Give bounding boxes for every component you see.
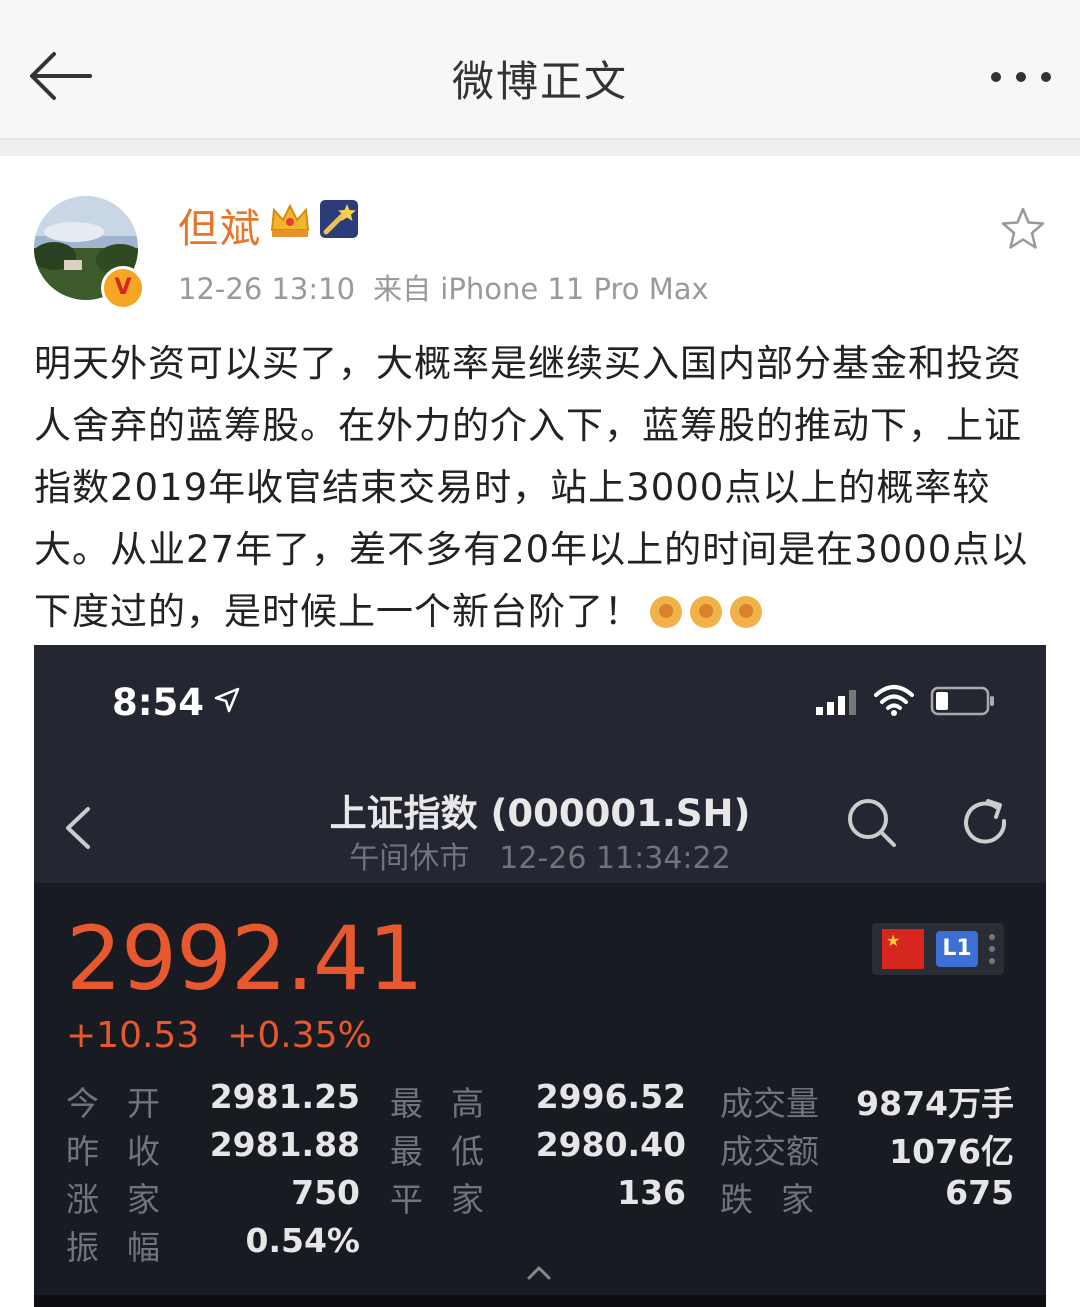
post-source: 来自 iPhone 11 Pro Max	[373, 272, 709, 306]
change-percent: +0.35%	[227, 1015, 372, 1056]
china-flag-icon: ★	[882, 929, 924, 969]
author-name[interactable]: 但斌	[178, 196, 262, 254]
stat-row: 今开 2981.25 最高 2996.52 成交量 9874万手	[34, 1077, 1046, 1123]
stat-value: 2981.88	[209, 1125, 360, 1164]
market-state: 午间休市	[349, 841, 470, 876]
post-body: 明天外资可以买了，大概率是继续买入国内部分基金和投资人舍弃的蓝筹股。在外力的介入…	[34, 342, 1029, 633]
post-meta: 12-26 13:10 来自 iPhone 11 Pro Max	[178, 266, 709, 308]
quote-time: 12-26 11:34:22	[499, 841, 731, 876]
battery-icon	[930, 685, 996, 717]
cellular-signal-icon	[814, 687, 860, 717]
stat-label: 昨收	[66, 1132, 188, 1171]
stat-value: 750	[291, 1173, 360, 1212]
kebab-menu-icon[interactable]	[988, 931, 996, 967]
location-arrow-icon	[212, 685, 242, 715]
stat-label: 平家	[390, 1180, 512, 1219]
stat-value: 675	[945, 1173, 1014, 1212]
refresh-icon[interactable]	[958, 795, 1014, 851]
fist-emoji-icon	[690, 596, 722, 628]
stat-label: 最高	[390, 1084, 512, 1123]
page-title: 微博正文	[451, 57, 628, 106]
post-text: 明天外资可以买了，大概率是继续买入国内部分基金和投资人舍弃的蓝筹股。在外力的介入…	[34, 333, 1044, 643]
stat-value: 2980.40	[535, 1125, 686, 1164]
stat-label: 最低	[390, 1132, 512, 1171]
stat-label: 今开	[66, 1084, 188, 1123]
verified-badge: V	[101, 266, 145, 310]
stat-value: 0.54%	[245, 1221, 361, 1260]
level-tag: L1	[936, 931, 978, 967]
star-outline-icon[interactable]	[1000, 206, 1046, 252]
price-change: +10.53 +0.35%	[66, 1015, 372, 1056]
shooting-star-badge-icon[interactable]	[320, 200, 358, 238]
wifi-icon	[872, 683, 916, 717]
market-selector[interactable]: ★ L1	[872, 923, 1004, 975]
index-price: 2992.41	[66, 907, 424, 1010]
stat-row: 涨家 750 平家 136 跌家 675	[34, 1173, 1046, 1219]
nav-bar: 微博正文	[0, 0, 1080, 140]
caret-up-icon[interactable]	[526, 1263, 552, 1281]
stat-row: 昨收 2981.88 最低 2980.40 成交额 1076亿	[34, 1125, 1046, 1171]
stat-label: 成交量	[720, 1084, 819, 1123]
stat-value: 9874万手	[856, 1084, 1014, 1123]
stat-value: 136	[617, 1173, 686, 1212]
crown-icon[interactable]	[268, 200, 312, 240]
stat-row: 振幅 0.54%	[34, 1221, 1046, 1267]
fist-emoji-icon	[650, 596, 682, 628]
stat-label: 涨家	[66, 1180, 188, 1219]
status-bar-time: 8:54	[112, 681, 205, 724]
more-icon[interactable]	[988, 62, 1054, 92]
section-divider	[0, 140, 1080, 156]
stat-label: 振幅	[66, 1228, 188, 1267]
stat-value: 2996.52	[535, 1077, 686, 1116]
fist-emoji-icon	[730, 596, 762, 628]
stat-label: 跌家	[720, 1180, 842, 1219]
post-time: 12-26 13:10	[178, 272, 356, 306]
stat-label: 成交额	[720, 1132, 819, 1171]
screenshot-bottom-bar	[34, 1295, 1046, 1307]
stat-value: 2981.25	[209, 1077, 360, 1116]
stat-value: 1076亿	[889, 1132, 1014, 1171]
search-icon[interactable]	[844, 795, 900, 851]
change-value: +10.53	[66, 1015, 200, 1056]
post-image[interactable]: 8:54 上证指数 (000001.SH) 午间休市 12-26 11:34:2…	[34, 645, 1046, 1307]
